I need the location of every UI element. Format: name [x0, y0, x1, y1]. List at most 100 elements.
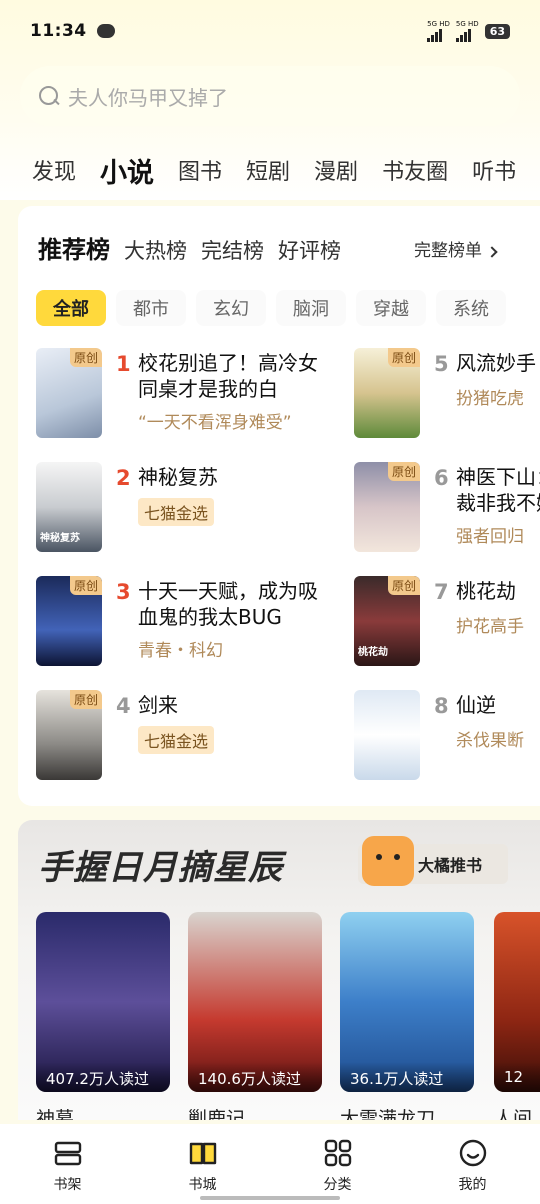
- chip-fantasy[interactable]: 玄幻: [196, 290, 266, 326]
- ranking-book-2[interactable]: 神秘复苏 2 神秘复苏 七猫金选: [36, 462, 286, 562]
- tab-discover[interactable]: 发现: [0, 154, 88, 186]
- nav-profile[interactable]: 我的: [405, 1124, 540, 1204]
- original-tag: 原创: [387, 576, 420, 595]
- promo-title: 手握日月摘星辰: [38, 848, 283, 888]
- cover-text: 桃花劫: [358, 647, 388, 658]
- chip-system[interactable]: 系统: [436, 290, 506, 326]
- promo-book-1[interactable]: 407.2万人读过 神墓: [36, 912, 170, 1120]
- promo-brand-label: 大橘推书: [418, 856, 483, 875]
- tab-recommended[interactable]: 推荐榜: [38, 230, 110, 265]
- promo-book-2[interactable]: 140.6万人读过 剿鹿记: [188, 912, 322, 1120]
- rank-number: 7: [434, 580, 449, 604]
- full-ranking-label: 完整榜单: [414, 241, 482, 261]
- battery-icon: 63: [484, 23, 510, 39]
- book-title: 神墓: [36, 1108, 75, 1120]
- book-title: 人间: [494, 1108, 533, 1120]
- book-subtitle: “一天不看浑身难受”: [138, 413, 292, 433]
- open-book-icon: [189, 1142, 216, 1165]
- ranking-card: 推荐榜 大热榜 完结榜 好评榜 完整榜单 全部 都市 玄幻 脑洞 穿越 系统 原…: [18, 206, 540, 806]
- nav-bookshelf[interactable]: 书架: [0, 1124, 135, 1204]
- book-subtitle: 护花高手: [456, 617, 524, 637]
- tab-hot[interactable]: 大热榜: [124, 235, 187, 265]
- original-tag: 原创: [69, 690, 102, 709]
- search-bar[interactable]: 夫人你马甲又掉了: [20, 66, 520, 126]
- book-cover: [354, 690, 420, 780]
- book-cover: 原创: [36, 348, 102, 438]
- nav-categories[interactable]: 分类: [270, 1124, 405, 1204]
- tab-top-rated[interactable]: 好评榜: [278, 235, 341, 265]
- orange-cat-icon: [362, 836, 414, 886]
- full-ranking-link[interactable]: 完整榜单: [414, 236, 498, 261]
- tab-novel[interactable]: 小说: [88, 151, 166, 190]
- book-cover: 原创: [36, 576, 102, 666]
- promo-book-3[interactable]: 36.1万人读过 大雪满龙刀: [340, 912, 474, 1120]
- home-indicator[interactable]: [200, 1196, 340, 1200]
- tab-books[interactable]: 图书: [166, 154, 234, 186]
- rank-number: 4: [116, 694, 131, 718]
- original-tag: 原创: [69, 348, 102, 367]
- network-label-1: 5G HD: [427, 20, 450, 28]
- chip-time-travel[interactable]: 穿越: [356, 290, 426, 326]
- tab-short-drama[interactable]: 短剧: [234, 154, 302, 186]
- book-cover: 神秘复苏: [36, 462, 102, 552]
- book-title: 十天一天赋，成为吸血鬼的我太BUG: [138, 579, 318, 629]
- tab-book-friends[interactable]: 书友圈: [370, 154, 460, 186]
- chip-brainhole[interactable]: 脑洞: [276, 290, 346, 326]
- promo-brand-button[interactable]: 大橘推书: [358, 836, 508, 886]
- rank-number: 5: [434, 352, 449, 376]
- book-title: 仙逆: [456, 693, 496, 717]
- promo-book-4[interactable]: 12 人间: [494, 912, 540, 1120]
- chevron-right-icon: [486, 246, 498, 258]
- read-count: 12: [494, 1062, 540, 1092]
- rank-number: 1: [116, 352, 131, 376]
- rank-number: 2: [116, 466, 131, 490]
- cover-text: 神秘复苏: [40, 533, 80, 544]
- read-count: 36.1万人读过: [340, 1062, 474, 1092]
- status-bar: 11:34 5G HD 5G HD 63: [0, 0, 540, 62]
- tab-audiobooks[interactable]: 听书: [460, 154, 528, 186]
- book-cover: 原创 桃花劫: [354, 576, 420, 666]
- book-cover: 36.1万人读过: [340, 912, 474, 1092]
- smiley-icon: [459, 1139, 486, 1167]
- grid-icon: [324, 1139, 351, 1167]
- original-tag: 原创: [387, 348, 420, 367]
- bottom-navigation: 书架 书城 分类 我的: [0, 1124, 540, 1204]
- book-title: 剑来: [138, 693, 178, 717]
- chip-all[interactable]: 全部: [36, 290, 106, 326]
- genre-chips: 全部 都市 玄幻 脑洞 穿越 系统: [36, 290, 506, 326]
- original-tag: 原创: [387, 462, 420, 481]
- book-title: 桃花劫: [456, 579, 516, 603]
- nav-label: 书架: [53, 1177, 82, 1193]
- tab-comic-drama[interactable]: 漫剧: [302, 154, 370, 186]
- book-title: 神医下山：总裁非我不嫁: [456, 465, 540, 515]
- signal-icon: 5G HD: [427, 20, 450, 42]
- book-subtitle: 青春・科幻: [138, 641, 223, 661]
- rank-number: 8: [434, 694, 449, 718]
- tab-completed[interactable]: 完结榜: [201, 235, 264, 265]
- book-cover: 原创: [354, 462, 420, 552]
- ranking-book-5[interactable]: 原创 5 风流妙手 扮猪吃虎: [354, 348, 540, 448]
- book-cover: 原创: [36, 690, 102, 780]
- nav-label: 书城: [188, 1177, 217, 1193]
- book-title: 校花别追了！高冷女同桌才是我的白: [138, 351, 318, 401]
- ranking-tabs: 推荐榜 大热榜 完结榜 好评榜: [38, 230, 341, 265]
- nav-bookstore[interactable]: 书城: [135, 1124, 270, 1204]
- book-subtitle: 强者回归: [456, 527, 524, 547]
- ranking-book-8[interactable]: 8 仙逆 杀伐果断: [354, 690, 540, 790]
- search-placeholder: 夫人你马甲又掉了: [68, 85, 228, 110]
- rank-number: 3: [116, 580, 131, 604]
- book-title: 神秘复苏: [138, 465, 218, 489]
- book-subtitle: 扮猪吃虎: [456, 389, 524, 409]
- original-tag: 原创: [69, 576, 102, 595]
- ranking-book-1[interactable]: 原创 1 校花别追了！高冷女同桌才是我的白 “一天不看浑身难受”: [36, 348, 318, 448]
- book-cover: 原创: [354, 348, 420, 438]
- read-count: 140.6万人读过: [188, 1062, 322, 1092]
- ranking-book-3[interactable]: 原创 3 十天一天赋，成为吸血鬼的我太BUG 青春・科幻: [36, 576, 318, 676]
- ranking-book-6[interactable]: 原创 6 神医下山：总裁非我不嫁 强者回归: [354, 462, 540, 562]
- chip-urban[interactable]: 都市: [116, 290, 186, 326]
- ranking-book-7[interactable]: 原创 桃花劫 7 桃花劫 护花高手: [354, 576, 540, 676]
- gold-pick-badge: 七猫金选: [138, 498, 215, 526]
- book-title: 剿鹿记: [188, 1108, 246, 1120]
- gold-pick-badge: 七猫金选: [138, 726, 215, 754]
- ranking-book-4[interactable]: 原创 4 剑来 七猫金选: [36, 690, 286, 790]
